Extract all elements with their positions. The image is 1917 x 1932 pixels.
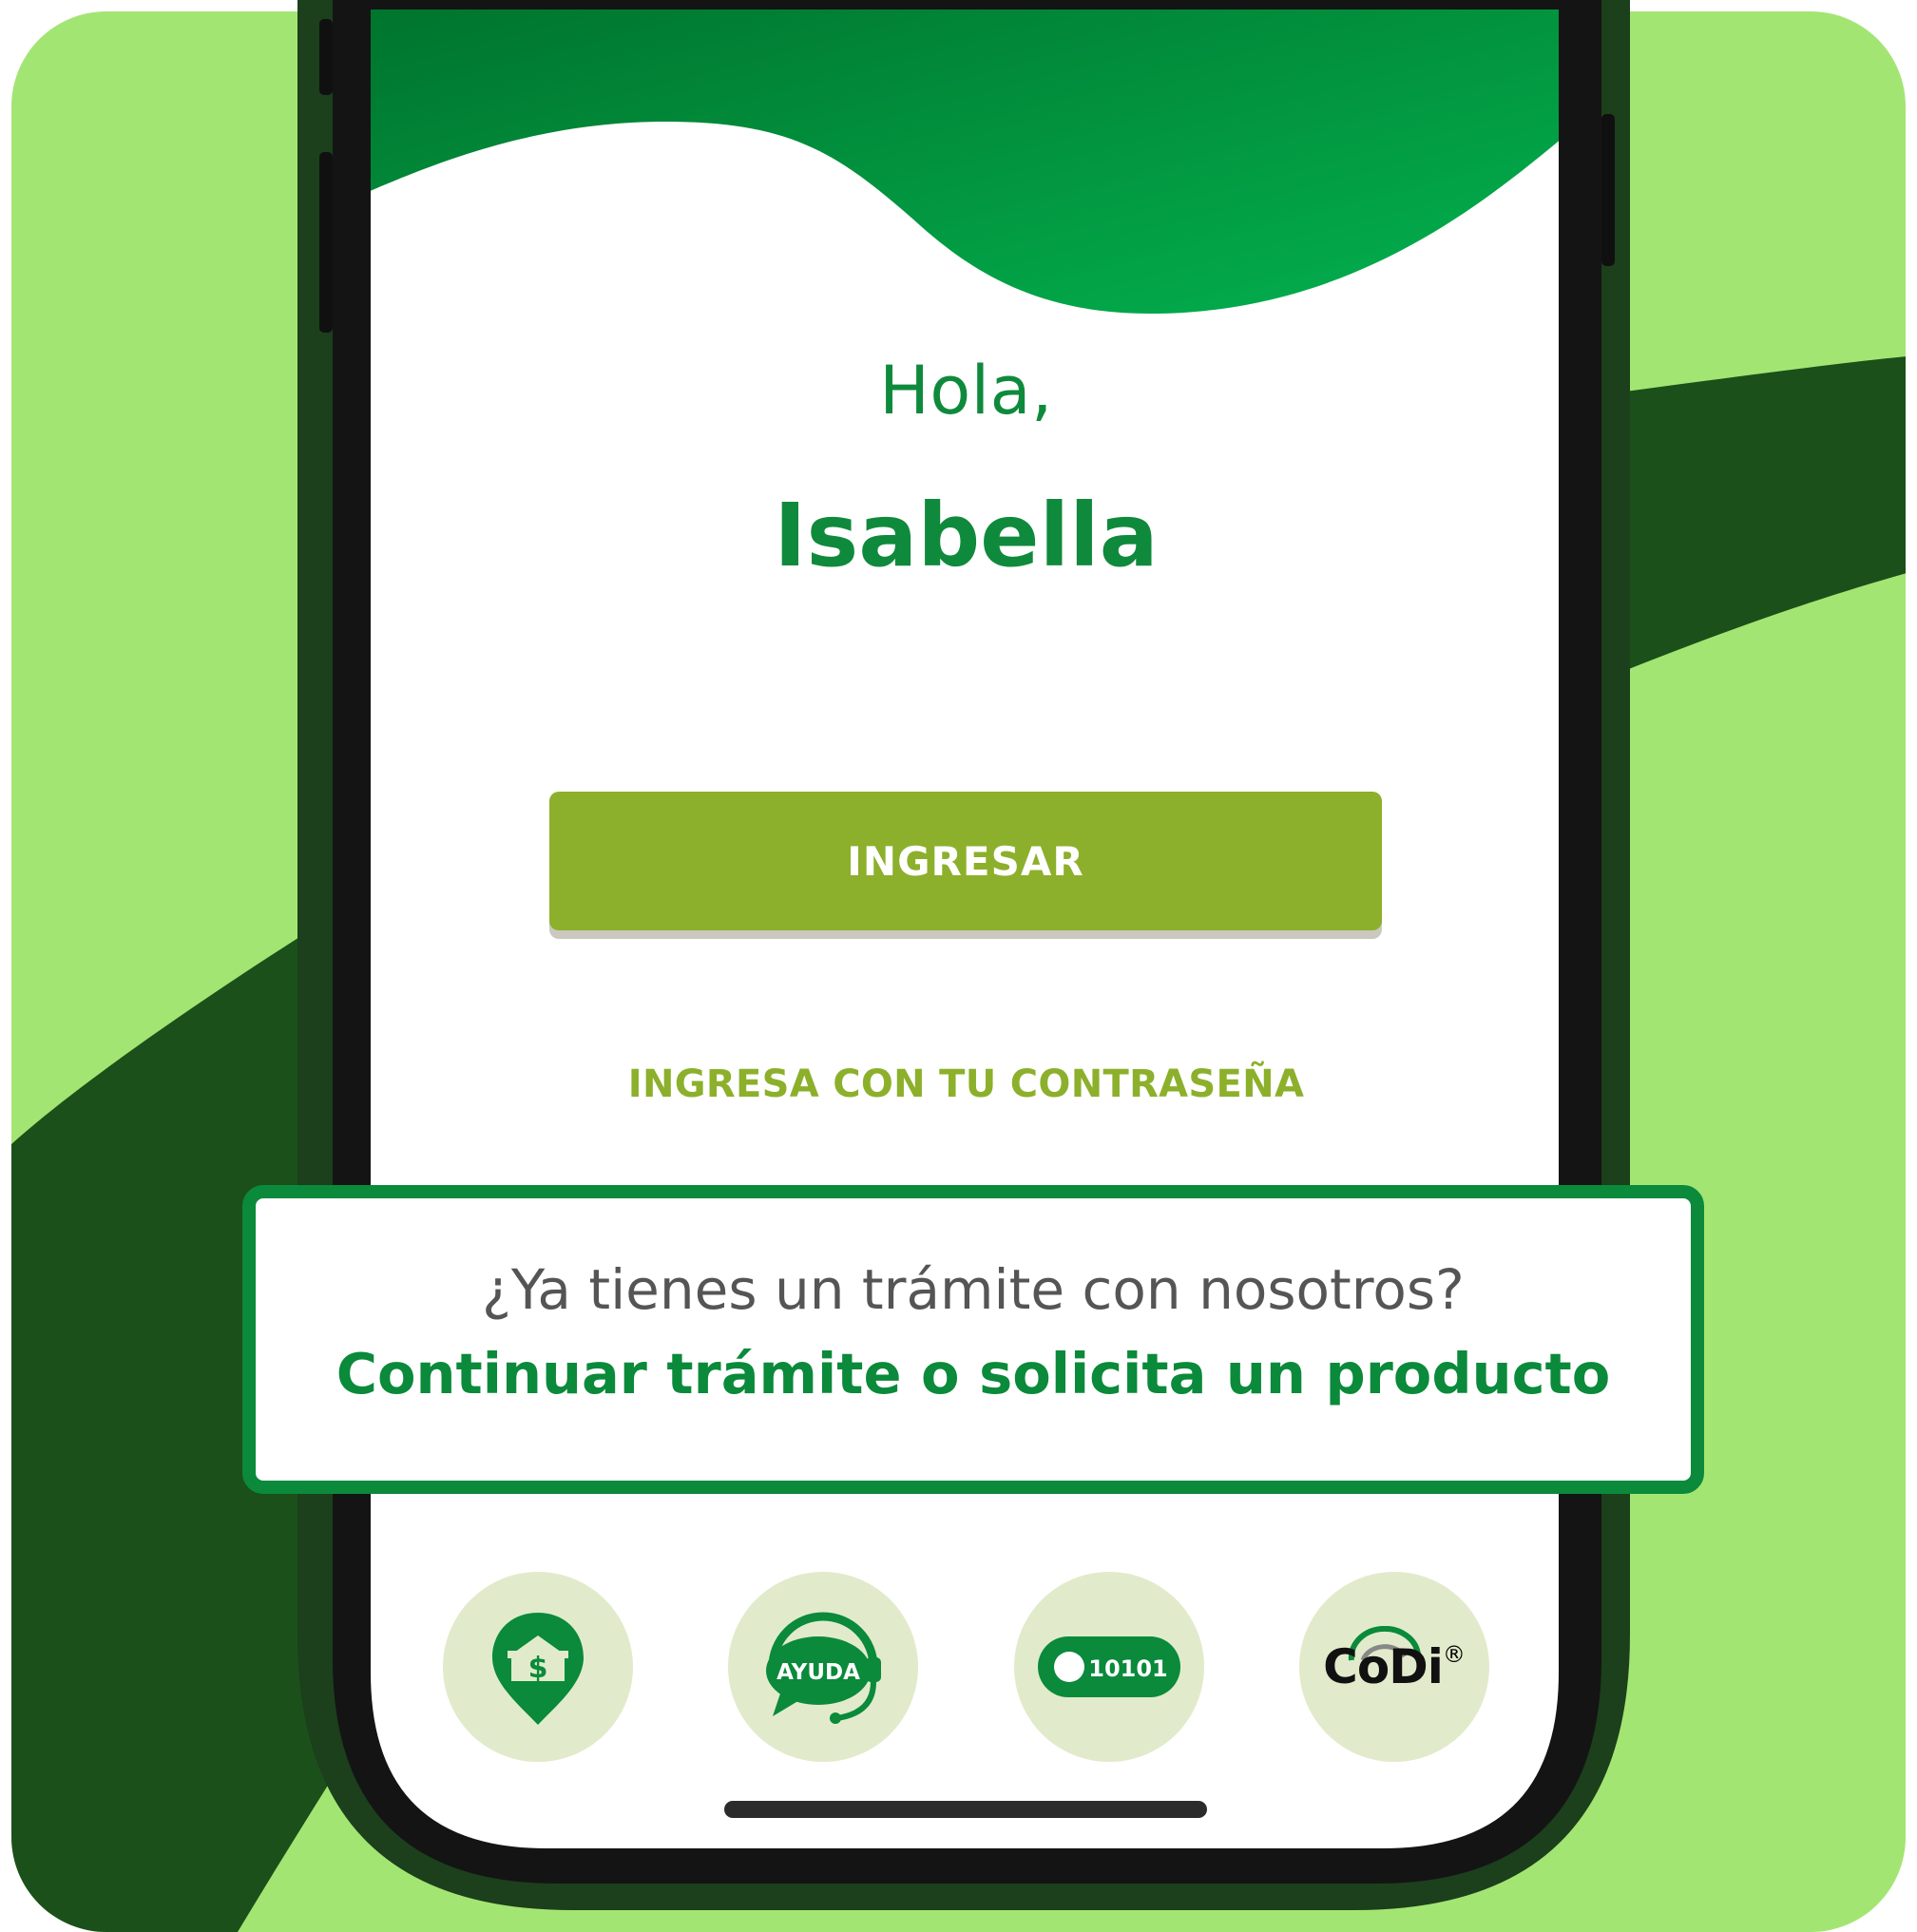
token-label: 10101 — [1088, 1655, 1168, 1682]
token-toggle-icon: 10101 — [1038, 1636, 1180, 1697]
tramite-question: ¿Ya tienes un trámite con nosotros? — [482, 1257, 1465, 1322]
quick-action-help[interactable]: AYUDA — [728, 1572, 918, 1762]
branch-location-icon: $ — [492, 1613, 584, 1725]
ingresar-button[interactable]: INGRESAR — [549, 792, 1382, 930]
background-art — [11, 0, 1906, 1932]
quick-action-codi[interactable]: CoDi® — [1299, 1572, 1489, 1762]
user-name: Isabella — [774, 485, 1159, 586]
password-login-link[interactable]: INGRESA CON TU CONTRASEÑA — [475, 1062, 1457, 1106]
quick-action-branch-locator[interactable]: $ — [443, 1572, 633, 1762]
tramite-card: ¿Ya tienes un trámite con nosotros? Cont… — [242, 1185, 1704, 1494]
svg-text:$: $ — [528, 1652, 548, 1685]
codi-logo: CoDi® — [1323, 1626, 1466, 1694]
help-label: AYUDA — [776, 1660, 860, 1685]
greeting-hola: Hola, — [879, 352, 1053, 430]
continue-tramite-link[interactable]: Continuar trámite o solicita un producto — [256, 1341, 1691, 1406]
quick-action-token[interactable]: 10101 — [1014, 1572, 1204, 1762]
codi-label: CoDi — [1323, 1639, 1444, 1694]
home-indicator — [724, 1801, 1207, 1818]
ingresar-label: INGRESAR — [847, 837, 1084, 885]
help-headset-icon: AYUDA — [766, 1612, 881, 1724]
marketing-scene: Hola, Isabella INGRESAR INGRESA CON TU C… — [0, 0, 1917, 1932]
